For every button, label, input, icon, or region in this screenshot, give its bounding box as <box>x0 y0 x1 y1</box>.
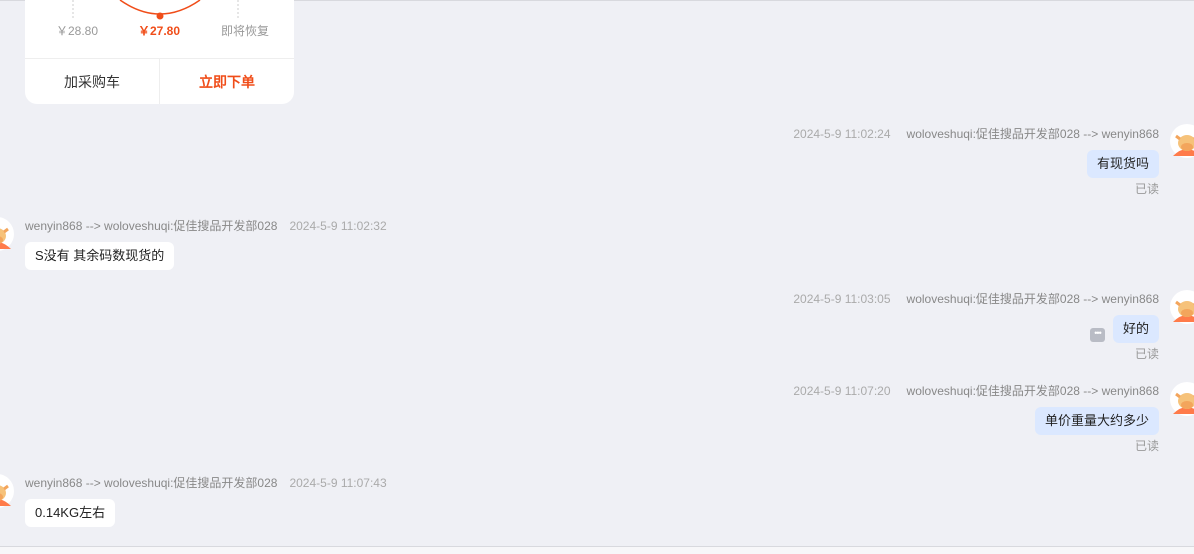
message-route: woloveshuqi:促佳搜品开发部028 --> wenyin868 <box>906 127 1159 141</box>
cow-avatar-icon <box>0 217 14 251</box>
message-meta: 2024-5-9 11:02:24 woloveshuqi:促佳搜品开发部028 … <box>793 125 1159 142</box>
message-meta: 2024-5-9 11:07:20 woloveshuqi:促佳搜品开发部028 … <box>793 382 1159 399</box>
price-row: ￥28.80 ￥27.80 即将恢复 <box>25 22 294 40</box>
message-time: 2024-5-9 11:03:05 <box>793 292 891 306</box>
price-current-dot <box>156 12 164 20</box>
message-time: 2024-5-9 11:02:32 <box>289 219 387 233</box>
message-meta: 2024-5-9 11:03:05 woloveshuqi:促佳搜品开发部028 … <box>793 290 1159 307</box>
message-route: woloveshuqi:促佳搜品开发部028 --> wenyin868 <box>906 292 1159 306</box>
read-status: 已读 <box>1134 439 1159 453</box>
message-route: wenyin868 --> woloveshuqi:促佳搜品开发部028 <box>25 476 278 490</box>
message-time: 2024-5-9 11:07:43 <box>289 476 387 490</box>
add-to-cart-button[interactable]: 加采购车 <box>25 59 160 104</box>
card-actions: 加采购车 立即下单 <box>25 58 294 104</box>
message-bubble: 有现货吗 <box>1086 150 1159 178</box>
more-options-icon[interactable]: ••• <box>1090 328 1105 342</box>
cow-avatar-icon <box>1170 290 1194 324</box>
read-status: 已读 <box>1134 347 1159 361</box>
message-meta: wenyin868 --> woloveshuqi:促佳搜品开发部028 2024… <box>25 474 387 491</box>
message-bubble: 0.14KG左右 <box>25 499 116 527</box>
price-original: ￥28.80 <box>56 24 99 38</box>
message-time: 2024-5-9 11:07:20 <box>793 384 891 398</box>
message-bubble: 单价重量大约多少 <box>1034 407 1159 435</box>
input-area-edge <box>0 547 1194 554</box>
message-time: 2024-5-9 11:02:24 <box>793 127 891 141</box>
message-bubble: 好的 <box>1112 315 1159 343</box>
read-status: 已读 <box>1134 182 1159 196</box>
message-route: woloveshuqi:促佳搜品开发部028 --> wenyin868 <box>906 384 1159 398</box>
cow-avatar-icon <box>1170 382 1194 416</box>
product-card: ￥28.80 ￥27.80 即将恢复 加采购车 立即下单 <box>25 0 294 104</box>
price-status: 即将恢复 <box>221 24 270 38</box>
cow-avatar-icon <box>1170 124 1194 158</box>
message-route: wenyin868 --> woloveshuqi:促佳搜品开发部028 <box>25 219 278 233</box>
price-current: ￥27.80 <box>138 24 181 38</box>
cow-avatar-icon <box>0 474 14 508</box>
price-trend-curve <box>119 0 201 15</box>
message-meta: wenyin868 --> woloveshuqi:促佳搜品开发部028 2024… <box>25 217 387 234</box>
buy-now-button[interactable]: 立即下单 <box>160 59 294 104</box>
message-bubble: S没有 其余码数现货的 <box>25 242 175 270</box>
